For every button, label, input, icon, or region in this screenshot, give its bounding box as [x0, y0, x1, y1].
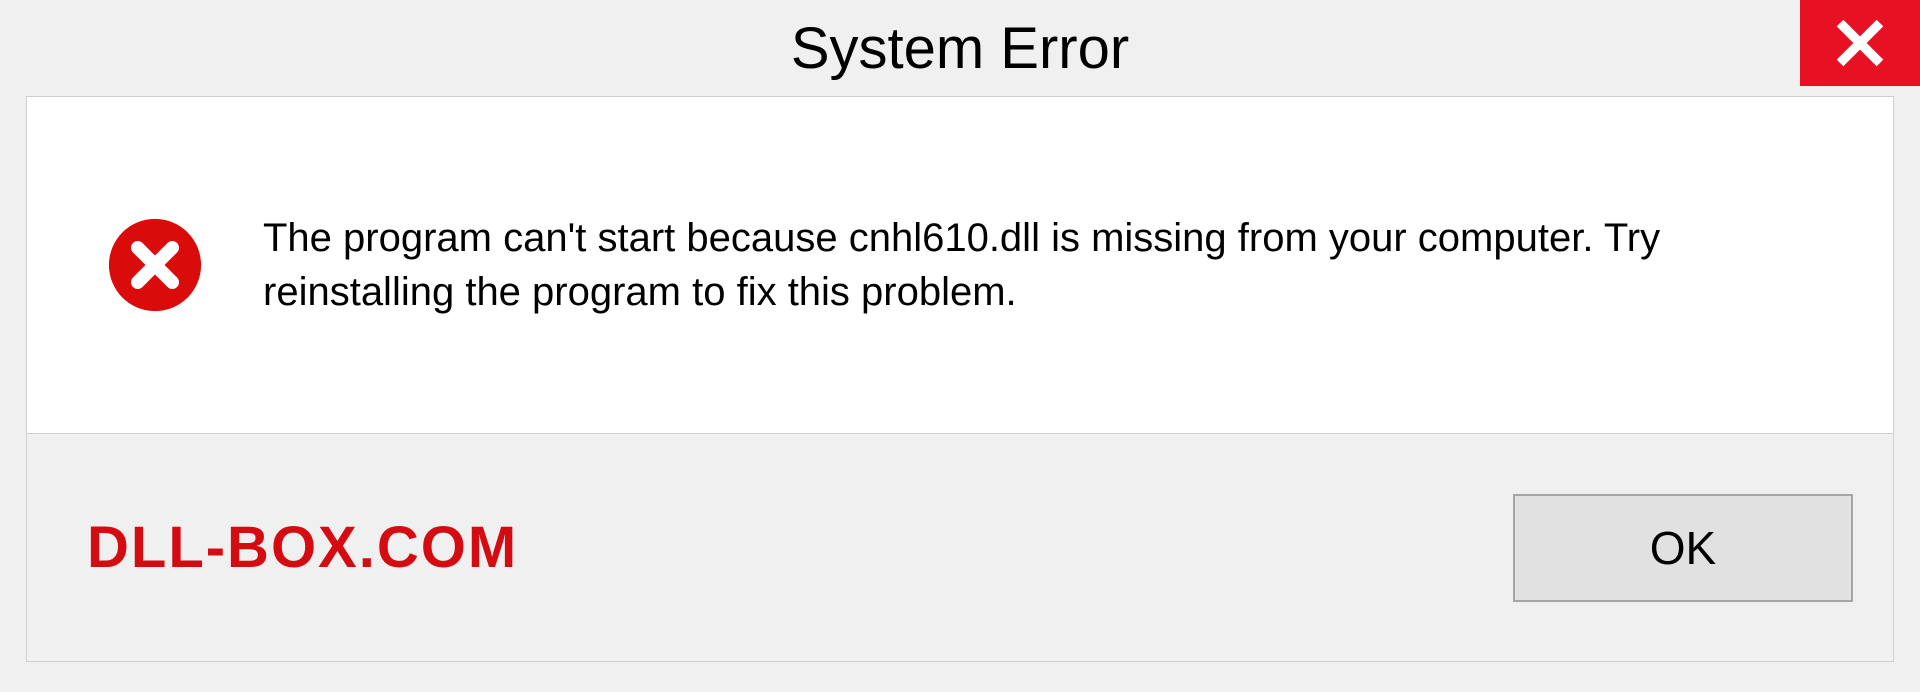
watermark-text: DLL-BOX.COM	[87, 514, 518, 581]
ok-button[interactable]: OK	[1513, 494, 1853, 602]
error-message: The program can't start because cnhl610.…	[263, 211, 1833, 319]
error-dialog: System Error The program can't start bec…	[0, 0, 1920, 692]
close-button[interactable]	[1800, 0, 1920, 86]
dialog-title: System Error	[791, 15, 1129, 82]
content-panel: The program can't start because cnhl610.…	[26, 96, 1894, 434]
close-icon	[1835, 18, 1885, 68]
error-icon	[107, 217, 203, 313]
dialog-footer: DLL-BOX.COM OK	[26, 434, 1894, 662]
titlebar: System Error	[0, 0, 1920, 96]
